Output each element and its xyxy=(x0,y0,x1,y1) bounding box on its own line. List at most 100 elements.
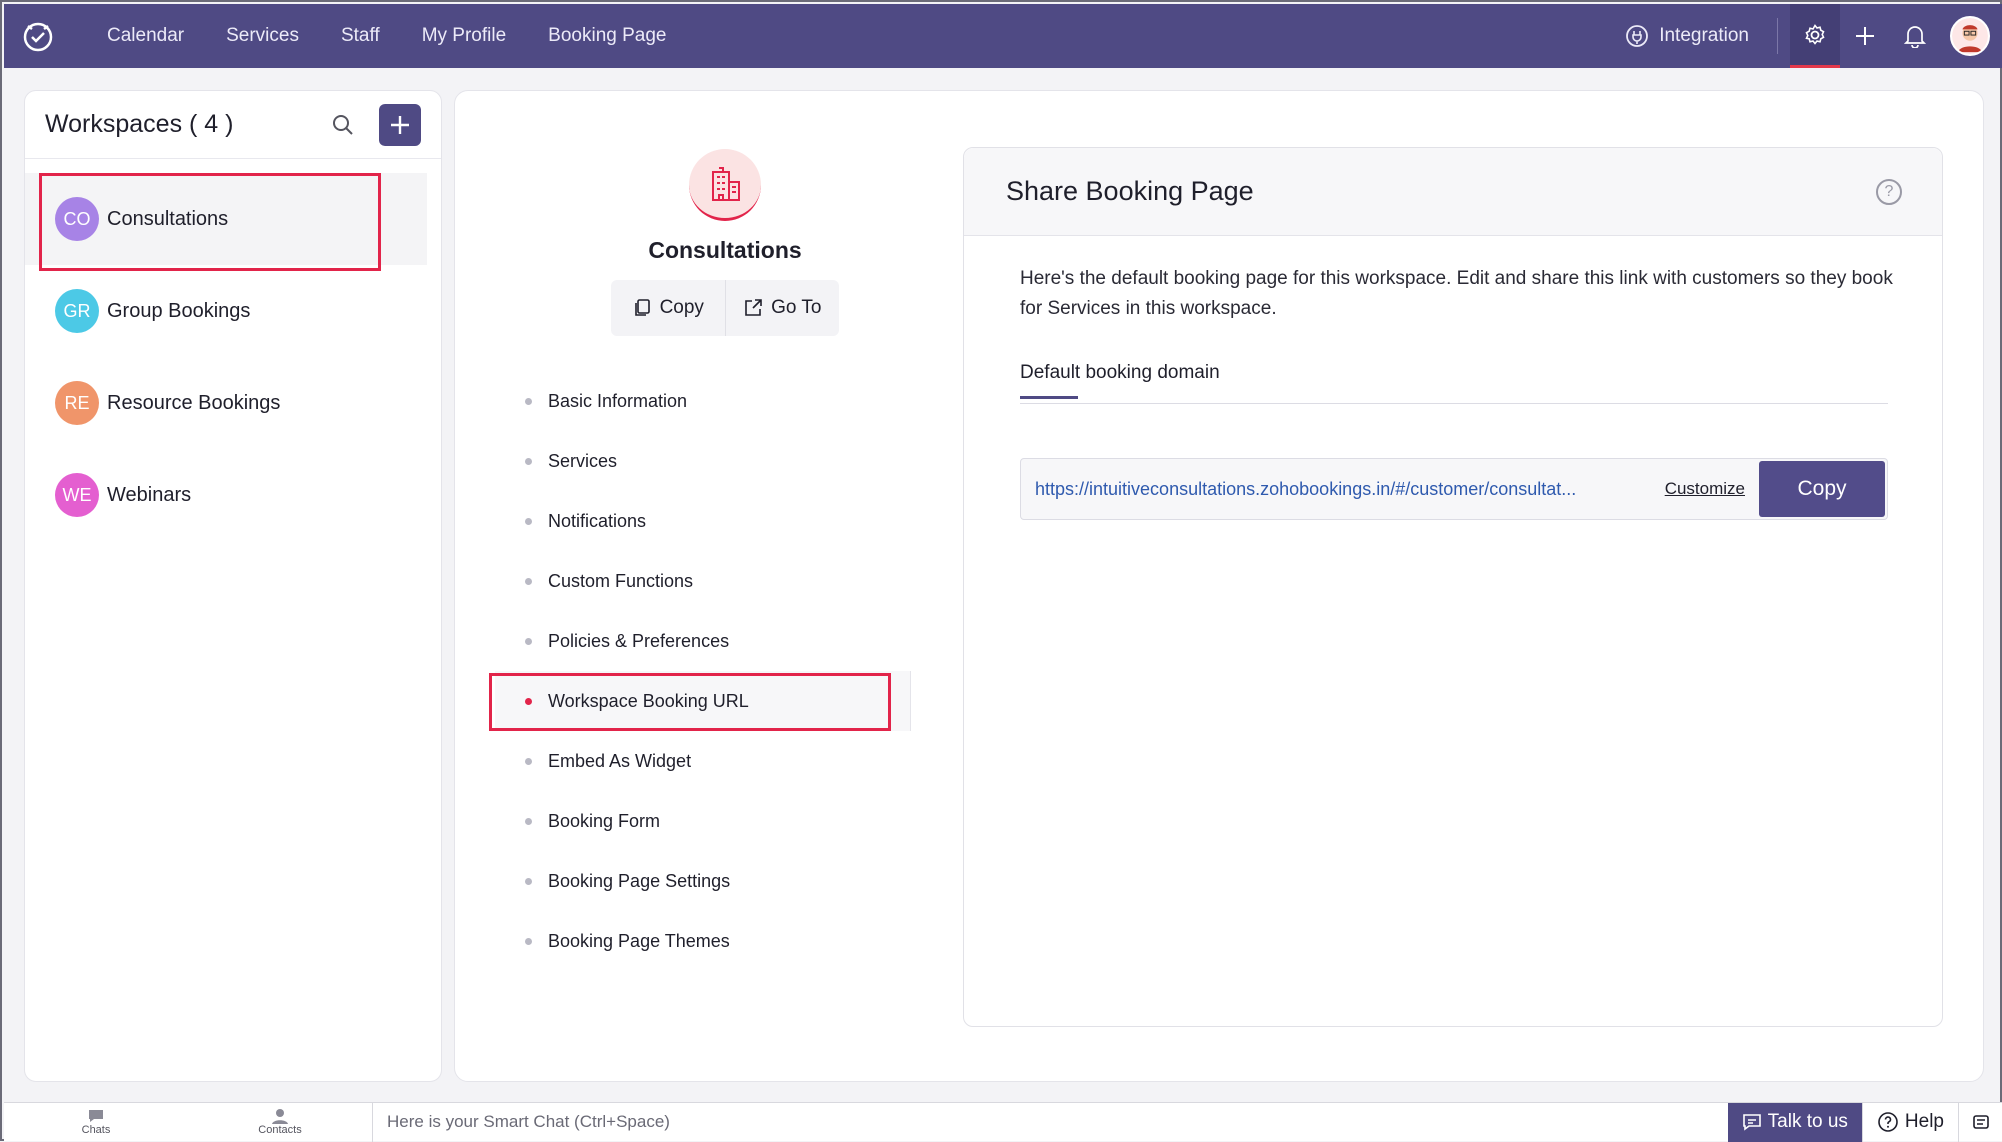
add-button[interactable] xyxy=(1840,4,1890,68)
workspace-item-webinars[interactable]: WE Webinars xyxy=(25,449,441,541)
support-icon xyxy=(1972,1115,1989,1129)
menu-bullet xyxy=(525,697,532,705)
settings-button[interactable] xyxy=(1790,4,1840,68)
menu-bullet xyxy=(525,937,532,945)
menu-booking-page-settings[interactable]: Booking Page Settings xyxy=(495,851,911,911)
chat-bubble-icon xyxy=(89,1110,103,1122)
menu-label: Services xyxy=(548,450,618,471)
app-logo-icon[interactable] xyxy=(20,18,56,54)
goto-label: Go To xyxy=(771,297,822,318)
bottom-bar: Chats Contacts Here is your Smart Chat (… xyxy=(4,1102,2002,1142)
integration-icon xyxy=(1626,25,1649,47)
copy-label: Copy xyxy=(659,297,704,318)
workspace-name: Resource Bookings xyxy=(107,391,281,414)
bell-icon xyxy=(1904,26,1926,48)
menu-bullet xyxy=(525,817,532,825)
copy-workspace-button[interactable]: Copy xyxy=(611,280,725,336)
menu-label: Notifications xyxy=(548,510,647,531)
menu-label: Booking Page Themes xyxy=(548,930,730,951)
menu-bullet xyxy=(525,517,532,525)
chats-button[interactable]: Chats xyxy=(4,1108,188,1136)
menu-label: Booking Form xyxy=(548,810,661,831)
workspace-avatar: WE xyxy=(55,473,99,517)
share-description: Here's the default booking page for this… xyxy=(1020,268,1893,319)
menu-embed-as-widget[interactable]: Embed As Widget xyxy=(495,731,911,791)
customize-url-link[interactable]: Customize xyxy=(1665,479,1745,499)
workspace-avatar: CO xyxy=(55,197,99,241)
workspace-list: CO Consultations GR Group Bookings RE Re… xyxy=(25,159,441,541)
workspace-item-group-bookings[interactable]: GR Group Bookings xyxy=(25,265,441,357)
talk-to-us-label: Talk to us xyxy=(1767,1111,1848,1132)
app-frame: Calendar Services Staff My Profile Booki… xyxy=(0,0,2002,1142)
nav-my-profile[interactable]: My Profile xyxy=(422,25,506,47)
menu-custom-functions[interactable]: Custom Functions xyxy=(495,551,911,611)
help-button[interactable]: Help xyxy=(1861,1102,1958,1142)
workspace-avatar: GR xyxy=(55,289,99,333)
nav-services[interactable]: Services xyxy=(226,25,299,47)
menu-label: Custom Functions xyxy=(548,570,694,591)
nav-booking-page[interactable]: Booking Page xyxy=(548,25,666,47)
integration-button[interactable]: Integration xyxy=(1625,24,1749,48)
menu-label: Embed As Widget xyxy=(548,750,692,771)
workspace-name: Group Bookings xyxy=(107,299,251,322)
domain-tabs: Default booking domain xyxy=(1020,362,1888,404)
workspace-title: Consultations xyxy=(648,237,802,263)
share-booking-page-card: Share Booking Page ? Here's the default … xyxy=(963,147,1943,1027)
smart-chat-input[interactable]: Here is your Smart Chat (Ctrl+Space) xyxy=(373,1112,1728,1132)
menu-workspace-booking-url[interactable]: Workspace Booking URL xyxy=(489,671,911,731)
contact-icon xyxy=(272,1109,288,1124)
share-card-title: Share Booking Page xyxy=(1006,176,1254,206)
nav-divider xyxy=(1777,18,1778,54)
workspaces-panel: Workspaces ( 4 ) CO Consultations GR Gro… xyxy=(24,90,442,1082)
menu-services[interactable]: Services xyxy=(495,431,911,491)
nav-calendar[interactable]: Calendar xyxy=(107,25,184,47)
contacts-button[interactable]: Contacts xyxy=(188,1108,372,1136)
chats-label: Chats xyxy=(81,1124,111,1136)
help-label: Help xyxy=(1904,1111,1944,1132)
menu-bullet xyxy=(525,457,532,465)
menu-booking-page-themes[interactable]: Booking Page Themes xyxy=(495,911,911,971)
workspace-name: Consultations xyxy=(107,207,229,230)
contacts-label: Contacts xyxy=(258,1124,302,1136)
external-link-icon xyxy=(745,299,762,316)
gear-icon xyxy=(1805,23,1825,45)
workspace-name: Webinars xyxy=(107,483,192,506)
workspace-actions: Copy Go To xyxy=(611,280,839,336)
talk-to-us-button[interactable]: Talk to us xyxy=(1727,1102,1862,1142)
menu-label: Policies & Preferences xyxy=(548,630,730,651)
plus-icon xyxy=(1856,27,1874,45)
menu-policies-preferences[interactable]: Policies & Preferences xyxy=(495,611,911,671)
support-button[interactable] xyxy=(1958,1102,2002,1142)
user-avatar[interactable] xyxy=(1950,16,1990,56)
add-workspace-button[interactable] xyxy=(379,103,421,146)
nav-staff[interactable]: Staff xyxy=(341,25,380,47)
chat-icon xyxy=(1742,1114,1761,1131)
workspace-search-button[interactable] xyxy=(327,109,359,141)
menu-booking-form[interactable]: Booking Form xyxy=(495,791,911,851)
workspace-settings-menu: Basic Information Services Notifications… xyxy=(489,371,911,971)
menu-bullet xyxy=(525,397,532,405)
menu-label: Workspace Booking URL xyxy=(548,690,749,711)
plus-icon xyxy=(391,115,409,134)
notifications-button[interactable] xyxy=(1890,4,1940,68)
menu-bullet xyxy=(525,757,532,765)
menu-basic-information[interactable]: Basic Information xyxy=(495,371,911,431)
booking-url-field: https://intuitiveconsultations.zohobooki… xyxy=(1020,458,1888,520)
menu-bullet xyxy=(525,877,532,885)
workspace-item-resource-bookings[interactable]: RE Resource Bookings xyxy=(25,357,441,449)
workspace-icon xyxy=(689,149,761,221)
help-icon[interactable]: ? xyxy=(1876,178,1902,205)
goto-workspace-button[interactable]: Go To xyxy=(724,280,840,336)
booking-url-link[interactable]: https://intuitiveconsultations.zohobooki… xyxy=(1021,479,1665,500)
building-icon xyxy=(712,166,740,201)
integration-label: Integration xyxy=(1659,25,1749,46)
top-navbar: Calendar Services Staff My Profile Booki… xyxy=(4,4,2002,68)
menu-bullet xyxy=(525,637,532,645)
tab-default-booking-domain[interactable]: Default booking domain xyxy=(1020,362,1220,399)
menu-label: Booking Page Settings xyxy=(548,870,731,891)
workspace-item-consultations[interactable]: CO Consultations xyxy=(25,173,427,271)
copy-url-button[interactable]: Copy xyxy=(1759,461,1885,517)
menu-label: Basic Information xyxy=(548,390,688,411)
menu-bullet xyxy=(525,577,532,585)
menu-notifications[interactable]: Notifications xyxy=(495,491,911,551)
